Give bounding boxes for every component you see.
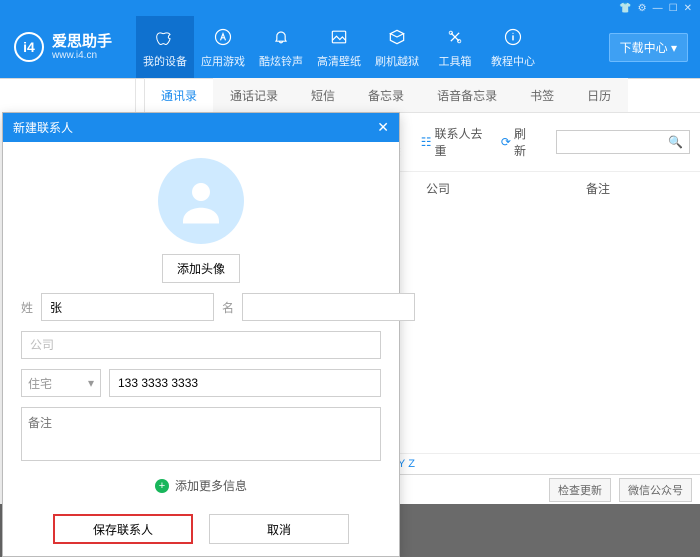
col-notes: 备注 <box>586 180 700 197</box>
dialog-title: 新建联系人 <box>13 119 73 136</box>
appstore-icon <box>211 25 235 49</box>
given-name-input[interactable] <box>242 293 415 321</box>
chevron-down-icon: ▾ <box>88 376 94 390</box>
add-avatar-button[interactable]: 添加头像 <box>162 254 240 283</box>
notes-input[interactable] <box>21 407 381 461</box>
tab-calendar[interactable]: 日历 <box>570 78 628 112</box>
add-more-label: 添加更多信息 <box>175 477 247 494</box>
nav-apps[interactable]: 应用游戏 <box>194 16 252 78</box>
nav: 我的设备 应用游戏 酷炫铃声 高清壁纸 刷机越狱 工具箱 <box>136 16 603 78</box>
nav-wallpapers[interactable]: 高清壁纸 <box>310 16 368 78</box>
save-contact-button[interactable]: 保存联系人 <box>53 514 193 544</box>
search-input[interactable]: 🔍 <box>556 130 690 154</box>
company-input[interactable] <box>21 331 381 359</box>
dialog-title-bar: 新建联系人 ✕ <box>3 113 399 142</box>
nav-label: 刷机越狱 <box>375 53 419 69</box>
col-company: 公司 <box>426 180 576 197</box>
add-more-button[interactable]: + 添加更多信息 <box>149 471 253 500</box>
brand-name: 爱思助手 <box>52 33 112 50</box>
info-icon <box>501 25 525 49</box>
apple-icon <box>153 25 177 49</box>
nav-my-device[interactable]: 我的设备 <box>136 16 194 78</box>
shirt-icon[interactable]: 👕 <box>619 3 631 14</box>
nav-jailbreak[interactable]: 刷机越狱 <box>368 16 426 78</box>
dedupe-button[interactable]: ☷联系人去重 <box>421 125 491 159</box>
phone-type-select[interactable]: 住宅 ▾ <box>21 369 101 397</box>
avatar-placeholder[interactable] <box>158 158 244 244</box>
tools-icon <box>443 25 467 49</box>
download-center-button[interactable]: 下载中心 ▾ <box>609 33 688 62</box>
alpha-Z[interactable]: Z <box>408 458 415 470</box>
brand-url: www.i4.cn <box>52 50 112 62</box>
phone-type-value: 住宅 <box>28 375 52 392</box>
dedupe-icon: ☷ <box>421 135 432 149</box>
maximize-icon[interactable]: ☐ <box>669 3 678 14</box>
brand: i4 爱思助手 www.i4.cn <box>0 32 136 62</box>
tab-call-log[interactable]: 通话记录 <box>213 78 295 112</box>
person-icon <box>174 174 228 228</box>
tab-sms[interactable]: 短信 <box>294 78 352 112</box>
surname-label: 姓 <box>21 293 33 321</box>
tab-bookmarks[interactable]: 书签 <box>513 78 571 112</box>
titlebar: 👕 ⚙ — ☐ ✕ <box>0 0 700 16</box>
brand-logo-icon: i4 <box>14 32 44 62</box>
phone-input[interactable] <box>109 369 381 397</box>
nav-label: 工具箱 <box>439 53 472 69</box>
close-icon[interactable]: ✕ <box>684 3 692 14</box>
tab-contacts[interactable]: 通讯录 <box>144 78 214 112</box>
check-update-button[interactable]: 检查更新 <box>549 478 611 502</box>
nav-ringtones[interactable]: 酷炫铃声 <box>252 16 310 78</box>
tabs: 通讯录 通话记录 短信 备忘录 语音备忘录 书签 日历 <box>136 79 700 113</box>
bell-icon <box>269 25 293 49</box>
given-name-label: 名 <box>222 293 234 321</box>
surname-input[interactable] <box>41 293 214 321</box>
nav-tutorials[interactable]: 教程中心 <box>484 16 542 78</box>
nav-label: 应用游戏 <box>201 53 245 69</box>
nav-label: 高清壁纸 <box>317 53 361 69</box>
gear-icon[interactable]: ⚙ <box>638 3 647 14</box>
app-window: 👕 ⚙ — ☐ ✕ i4 爱思助手 www.i4.cn 我的设备 应用游戏 酷 <box>0 0 700 504</box>
wechat-button[interactable]: 微信公众号 <box>619 478 692 502</box>
plus-circle-icon: + <box>155 479 169 493</box>
box-icon <box>385 25 409 49</box>
search-icon: 🔍 <box>668 135 683 149</box>
image-icon <box>327 25 351 49</box>
new-contact-dialog: 新建联系人 ✕ 添加头像 姓 名 住宅 ▾ <box>2 112 400 557</box>
header: i4 爱思助手 www.i4.cn 我的设备 应用游戏 酷炫铃声 高清壁纸 <box>0 16 700 78</box>
nav-label: 教程中心 <box>491 53 535 69</box>
nav-label: 我的设备 <box>143 53 187 69</box>
cancel-button[interactable]: 取消 <box>209 514 349 544</box>
refresh-icon: ⟳ <box>501 135 511 149</box>
tab-notes[interactable]: 备忘录 <box>351 78 421 112</box>
minimize-icon[interactable]: — <box>653 3 663 14</box>
tab-voice-memos[interactable]: 语音备忘录 <box>420 78 514 112</box>
nav-label: 酷炫铃声 <box>259 53 303 69</box>
refresh-button[interactable]: ⟳刷新 <box>501 125 536 159</box>
dialog-close-icon[interactable]: ✕ <box>377 119 389 136</box>
nav-toolbox[interactable]: 工具箱 <box>426 16 484 78</box>
